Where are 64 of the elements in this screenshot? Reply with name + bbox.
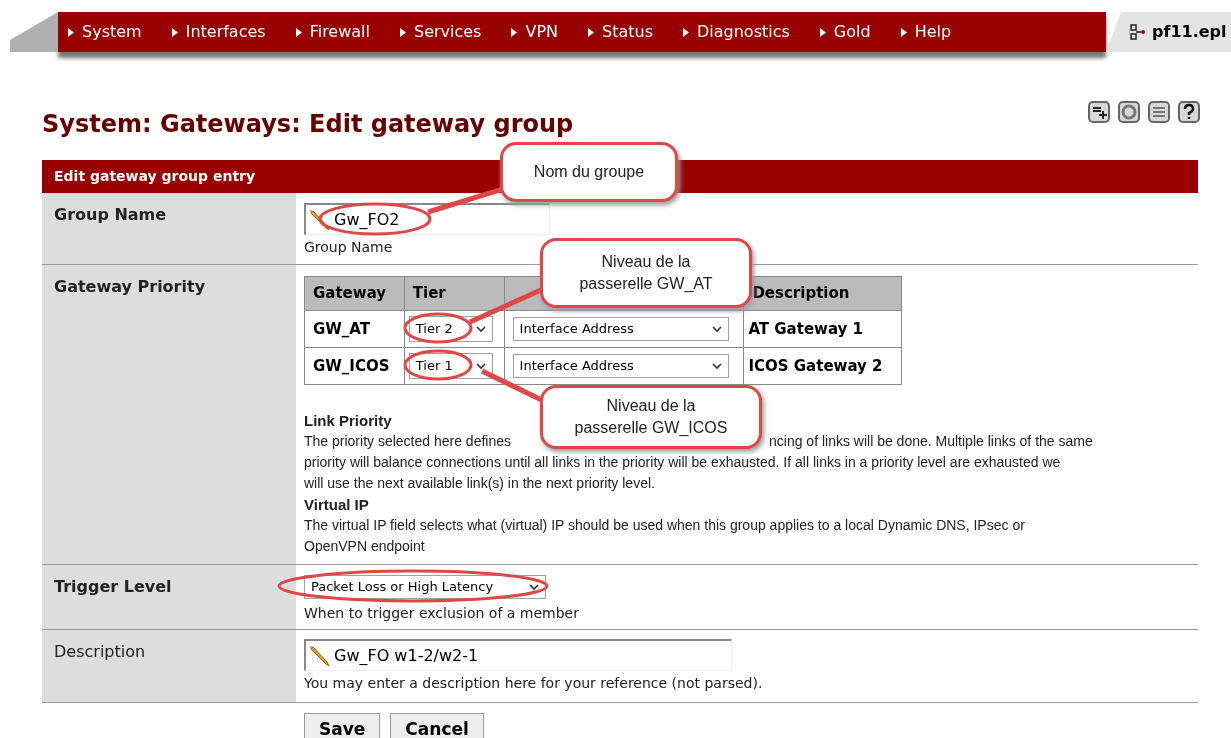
field-hint: Group Name <box>304 238 394 257</box>
gear-icon[interactable] <box>1117 100 1141 124</box>
help-text: ncing of links will be done. Multiple links of the same <box>769 432 1093 451</box>
form-button[interactable]: Cancel <box>390 713 484 738</box>
pencil-icon <box>308 208 330 231</box>
list-icon[interactable] <box>1147 100 1171 124</box>
highlight-ellipse <box>403 349 473 381</box>
caret-icon <box>171 27 178 37</box>
chevron-down-icon <box>529 583 539 591</box>
form-button[interactable]: Save <box>304 713 381 738</box>
chevron-down-icon <box>711 325 722 333</box>
caret-icon <box>400 27 406 37</box>
caret-icon <box>819 27 826 37</box>
caret-icon <box>588 27 594 37</box>
nav-menu-item[interactable]: VPN <box>511 20 558 44</box>
trigger-level-select[interactable]: Packet Loss or High Latency <box>304 575 546 599</box>
nav-menu-item[interactable]: Help <box>900 20 952 44</box>
nav-menu-item[interactable]: Interfaces <box>171 20 266 44</box>
pencil-icon <box>308 644 330 667</box>
nav-menu-item[interactable]: Services <box>400 20 482 44</box>
virtual-ip-select[interactable]: Interface Address <box>512 317 729 341</box>
help-text: OpenVPN endpoint <box>304 537 425 556</box>
column-header: Description <box>743 276 902 311</box>
field-label: Description <box>54 642 146 661</box>
help-text: priority will balance connections until all links in the priority will be exhausted. If all links in a priority level are exhausted we <box>304 453 1061 472</box>
highlight-ellipse <box>403 312 473 344</box>
table-cell: GW_AT <box>304 310 405 348</box>
caret-icon <box>683 27 689 37</box>
page-title: System: Gateways: Edit gateway group <box>42 109 574 140</box>
callout: Niveau de la passerelle GW_ICOS <box>540 385 762 449</box>
chevron-down-icon <box>475 325 486 333</box>
callout: Niveau de la passerelle GW_AT <box>540 238 752 308</box>
help-icon[interactable] <box>1177 100 1201 124</box>
caret-icon <box>68 27 74 37</box>
field-hint: When to trigger exclusion of a member <box>304 605 579 621</box>
nav-menu-item[interactable]: Diagnostics <box>683 20 790 44</box>
add-icon[interactable] <box>1087 100 1111 124</box>
chevron-down-icon <box>711 362 722 370</box>
nav-menu-item[interactable]: Status <box>588 20 653 44</box>
caret-icon <box>295 27 302 37</box>
table-cell: GW_ICOS <box>304 347 405 385</box>
caret-icon <box>511 27 518 37</box>
chevron-down-icon <box>475 362 486 370</box>
table-cell: AT Gateway 1 <box>743 310 902 348</box>
field-label: Group Name <box>54 205 167 224</box>
network-icon <box>1130 24 1146 40</box>
nav-menu-item[interactable]: System <box>68 20 142 44</box>
nav-menu-item[interactable]: Gold <box>819 20 871 44</box>
table-cell: ICOS Gateway 2 <box>743 347 902 385</box>
column-header: Gateway <box>304 276 405 311</box>
field-label: Gateway Priority <box>54 277 206 296</box>
caret-icon <box>900 27 907 37</box>
field-label: Trigger Level <box>54 577 172 596</box>
help-text: The virtual IP field selects what (virtual) IP should be used when this group applies to a local Dynamic DNS, IPsec or <box>304 516 1025 535</box>
help-text: The priority selected here defines <box>304 432 511 451</box>
virtual-ip-select[interactable]: Interface Address <box>512 354 729 378</box>
description-field[interactable]: Gw_FO w1-2/w2-1 <box>304 639 732 671</box>
field-hint: You may enter a description here for your reference (not parsed). <box>304 674 763 693</box>
column-header: Tier <box>404 276 505 311</box>
nav-menu-item[interactable]: Firewall <box>295 20 370 44</box>
note-title: Virtual IP <box>304 495 369 515</box>
callout: Nom du groupe <box>500 142 678 202</box>
help-text: will use the next available link(s) in the next priority level. <box>304 474 655 493</box>
note-title: Link Priority <box>304 411 392 431</box>
